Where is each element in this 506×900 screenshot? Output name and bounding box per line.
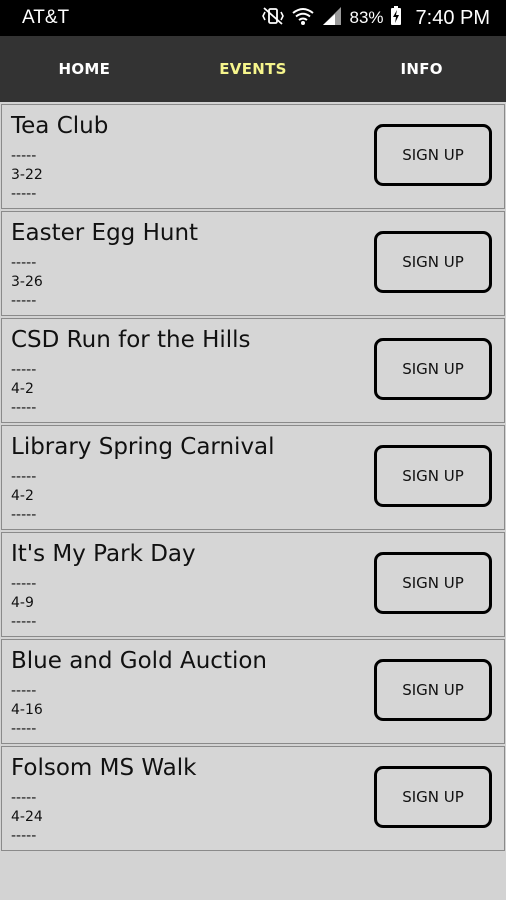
event-separator: ----- bbox=[11, 362, 37, 378]
event-title: Folsom MS Walk bbox=[11, 755, 197, 781]
event-separator: ----- bbox=[11, 721, 37, 737]
tab-info[interactable]: INFO bbox=[337, 60, 506, 78]
sign-up-button[interactable]: SIGN UP bbox=[374, 338, 492, 400]
event-separator: ----- bbox=[11, 828, 37, 844]
event-meta: ----- 4-2 ----- bbox=[11, 361, 36, 418]
event-card: Tea Club ----- 3-22 ----- SIGN UP bbox=[1, 104, 505, 209]
event-card: It's My Park Day ----- 4-9 ----- SIGN UP bbox=[1, 532, 505, 637]
event-separator: ----- bbox=[11, 614, 37, 630]
event-card: Library Spring Carnival ----- 4-2 ----- … bbox=[1, 425, 505, 530]
event-date: 4-2 bbox=[11, 488, 34, 504]
event-separator: ----- bbox=[11, 683, 37, 699]
event-meta: ----- 3-26 ----- bbox=[11, 254, 43, 311]
event-card: Easter Egg Hunt ----- 3-26 ----- SIGN UP bbox=[1, 211, 505, 316]
tab-events[interactable]: EVENTS bbox=[169, 60, 338, 78]
status-icons: 83% 7:40 PM bbox=[261, 5, 490, 31]
top-nav: HOME EVENTS INFO bbox=[0, 36, 506, 102]
event-title: Tea Club bbox=[11, 113, 109, 139]
event-card: Blue and Gold Auction ----- 4-16 ----- S… bbox=[1, 639, 505, 744]
event-separator: ----- bbox=[11, 293, 37, 309]
carrier-label: AT&T bbox=[22, 7, 70, 28]
event-date: 4-16 bbox=[11, 702, 43, 718]
event-list: Tea Club ----- 3-22 ----- SIGN UP Easter… bbox=[0, 102, 506, 851]
vibrate-mute-icon bbox=[261, 6, 285, 31]
event-date: 3-26 bbox=[11, 274, 43, 290]
event-date: 4-24 bbox=[11, 809, 43, 825]
event-meta: ----- 3-22 ----- bbox=[11, 147, 43, 204]
event-date: 3-22 bbox=[11, 167, 43, 183]
event-separator: ----- bbox=[11, 469, 37, 485]
event-meta: ----- 4-16 ----- bbox=[11, 682, 43, 739]
battery-charging-icon bbox=[390, 5, 402, 31]
event-title: Blue and Gold Auction bbox=[11, 648, 267, 674]
sign-up-button[interactable]: SIGN UP bbox=[374, 231, 492, 293]
event-meta: ----- 4-24 ----- bbox=[11, 789, 43, 846]
sign-up-button[interactable]: SIGN UP bbox=[374, 659, 492, 721]
event-card: Folsom MS Walk ----- 4-24 ----- SIGN UP bbox=[1, 746, 505, 851]
event-date: 4-2 bbox=[11, 381, 34, 397]
sign-up-button[interactable]: SIGN UP bbox=[374, 552, 492, 614]
event-separator: ----- bbox=[11, 790, 37, 806]
event-title: Easter Egg Hunt bbox=[11, 220, 199, 246]
tab-home[interactable]: HOME bbox=[0, 60, 169, 78]
sign-up-button[interactable]: SIGN UP bbox=[374, 766, 492, 828]
event-meta: ----- 4-2 ----- bbox=[11, 468, 36, 525]
event-separator: ----- bbox=[11, 576, 37, 592]
event-separator: ----- bbox=[11, 400, 37, 416]
clock: 7:40 PM bbox=[415, 6, 490, 29]
event-separator: ----- bbox=[11, 186, 37, 202]
sign-up-button[interactable]: SIGN UP bbox=[374, 445, 492, 507]
event-date: 4-9 bbox=[11, 595, 34, 611]
event-title: Library Spring Carnival bbox=[11, 434, 275, 460]
event-title: CSD Run for the Hills bbox=[11, 327, 251, 353]
event-card: CSD Run for the Hills ----- 4-2 ----- SI… bbox=[1, 318, 505, 423]
wifi-icon bbox=[291, 6, 315, 31]
event-separator: ----- bbox=[11, 255, 37, 271]
status-bar: AT&T 83% 7:40 PM bbox=[0, 0, 506, 36]
sign-up-button[interactable]: SIGN UP bbox=[374, 124, 492, 186]
event-title: It's My Park Day bbox=[11, 541, 196, 567]
signal-icon bbox=[321, 6, 343, 31]
event-meta: ----- 4-9 ----- bbox=[11, 575, 36, 632]
battery-percent: 83% bbox=[349, 8, 384, 27]
event-separator: ----- bbox=[11, 507, 37, 523]
event-separator: ----- bbox=[11, 148, 37, 164]
